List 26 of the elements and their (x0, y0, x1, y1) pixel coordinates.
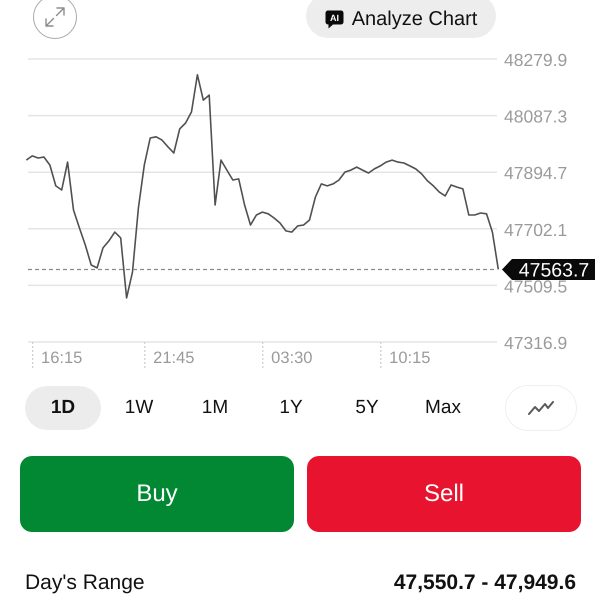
period-tab[interactable]: Max (405, 386, 481, 430)
period-tab[interactable]: 1M (177, 386, 253, 430)
y-axis-label: 47894.7 (504, 163, 568, 184)
y-axis-label: 48279.9 (504, 50, 568, 70)
expand-button[interactable] (33, 0, 77, 39)
buy-button[interactable]: Buy (20, 456, 294, 532)
y-axis-label: 47316.9 (504, 333, 568, 353)
y-axis-label: 47702.1 (504, 220, 568, 240)
period-tab[interactable]: 5Y (329, 386, 405, 430)
stat-label: Day's Range (25, 571, 145, 595)
y-axis-label: 48087.3 (504, 106, 568, 127)
analyze-chart-button[interactable]: AI Analyze Chart (306, 0, 496, 38)
chart-type-button[interactable] (505, 384, 577, 430)
ai-chat-icon: AI (324, 10, 344, 28)
x-axis-label: 10:15 (389, 349, 430, 367)
x-axis-label: 03:30 (271, 349, 312, 367)
x-axis-label: 16:15 (41, 349, 82, 367)
line-chart-icon (528, 400, 554, 414)
period-tab[interactable]: 1D (25, 386, 101, 430)
period-tab[interactable]: 1W (101, 386, 177, 430)
sell-button[interactable]: Sell (307, 456, 581, 532)
period-tab[interactable]: 1Y (253, 386, 329, 430)
x-axis-label: 21:45 (153, 349, 194, 367)
stat-value: 47,550.7 - 47,949.6 (394, 571, 576, 595)
expand-icon (44, 6, 66, 28)
current-price-tag: 47563.7 (502, 258, 595, 282)
